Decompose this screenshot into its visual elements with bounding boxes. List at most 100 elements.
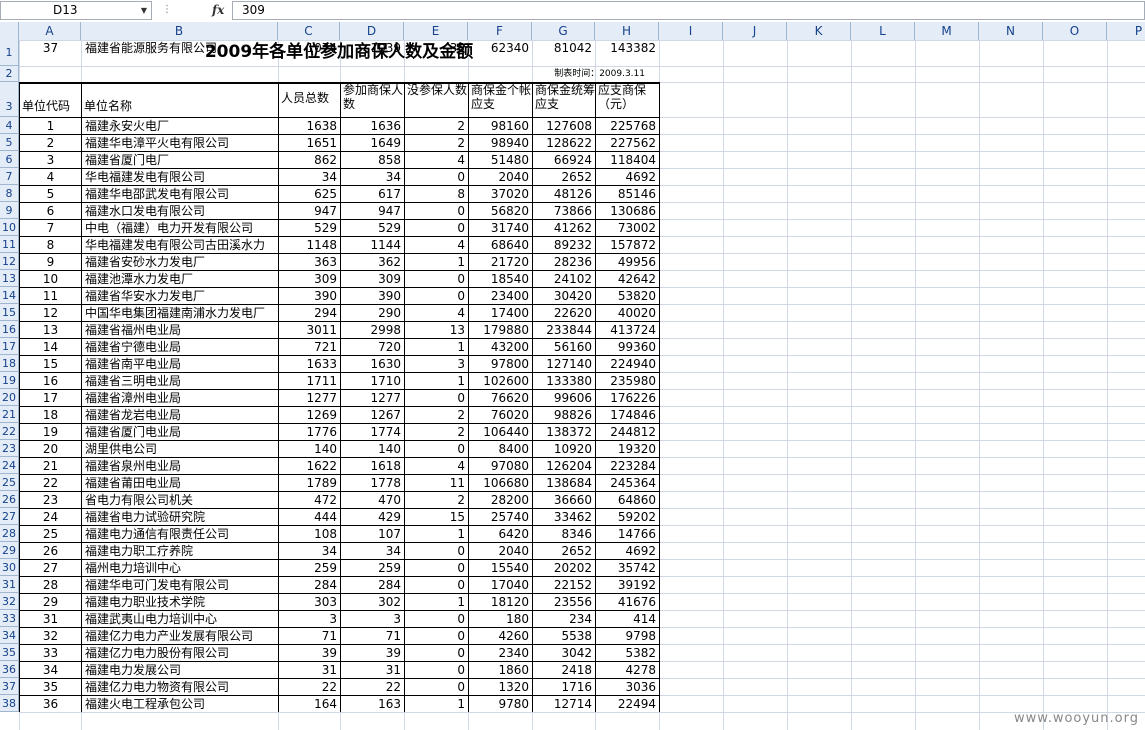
table-cell[interactable]: 4692 bbox=[596, 543, 659, 559]
table-cell[interactable]: 13 bbox=[405, 322, 468, 338]
header-cell[interactable]: 商保金个帐应支 bbox=[469, 83, 532, 117]
table-cell[interactable]: 97080 bbox=[469, 458, 532, 474]
table-cell[interactable]: 8 bbox=[405, 186, 468, 202]
table-cell[interactable]: 6 bbox=[20, 203, 81, 219]
table-cell[interactable]: 22 bbox=[20, 475, 81, 491]
table-cell[interactable]: 0 bbox=[405, 679, 468, 695]
table-cell[interactable]: 7 bbox=[20, 220, 81, 236]
table-cell[interactable]: 284 bbox=[279, 577, 340, 593]
row-header-10[interactable]: 10 bbox=[0, 219, 19, 236]
column-header-m[interactable]: M bbox=[915, 22, 979, 40]
header-cell[interactable]: 没参保人数 bbox=[405, 83, 468, 117]
table-cell[interactable]: 0 bbox=[405, 271, 468, 287]
header-cell[interactable]: 单位代码 bbox=[20, 83, 81, 117]
table-cell[interactable]: 3 bbox=[405, 356, 468, 372]
table-cell[interactable]: 22494 bbox=[596, 696, 659, 712]
table-cell[interactable]: 4 bbox=[405, 305, 468, 321]
table-cell[interactable]: 18540 bbox=[469, 271, 532, 287]
table-cell[interactable]: 35742 bbox=[596, 560, 659, 576]
table-cell[interactable]: 25 bbox=[20, 526, 81, 542]
table-cell[interactable]: 2652 bbox=[533, 543, 595, 559]
table-cell[interactable]: 19 bbox=[20, 424, 81, 440]
table-cell[interactable]: 中国华电集团福建南浦水力发电厂 bbox=[82, 305, 278, 321]
table-cell[interactable]: 18 bbox=[20, 407, 81, 423]
table-cell[interactable]: 37 bbox=[20, 40, 81, 56]
row-header-13[interactable]: 13 bbox=[0, 270, 19, 287]
table-cell[interactable]: 1638 bbox=[279, 118, 340, 134]
table-cell[interactable]: 617 bbox=[341, 186, 404, 202]
table-cell[interactable]: 35 bbox=[405, 40, 468, 56]
row-header-35[interactable]: 35 bbox=[0, 644, 19, 661]
table-cell[interactable]: 133380 bbox=[533, 373, 595, 389]
row-header-28[interactable]: 28 bbox=[0, 525, 19, 542]
table-cell[interactable]: 3011 bbox=[279, 322, 340, 338]
table-cell[interactable]: 3 bbox=[341, 611, 404, 627]
formula-input[interactable]: 309 bbox=[232, 1, 1145, 20]
table-cell[interactable]: 5538 bbox=[533, 628, 595, 644]
table-cell[interactable]: 福建省厦门电业局 bbox=[82, 424, 278, 440]
table-cell[interactable]: 235980 bbox=[596, 373, 659, 389]
table-cell[interactable]: 49956 bbox=[596, 254, 659, 270]
header-cell[interactable]: 应支商保（元） bbox=[596, 83, 659, 117]
row-header-7[interactable]: 7 bbox=[0, 168, 19, 185]
table-cell[interactable]: 2 bbox=[405, 407, 468, 423]
table-cell[interactable]: 0 bbox=[405, 645, 468, 661]
table-cell[interactable]: 97800 bbox=[469, 356, 532, 372]
table-cell[interactable]: 71 bbox=[279, 628, 340, 644]
table-cell[interactable]: 0 bbox=[405, 611, 468, 627]
table-cell[interactable]: 福建电力通信有限责任公司 bbox=[82, 526, 278, 542]
table-cell[interactable]: 180 bbox=[469, 611, 532, 627]
table-cell[interactable]: 福建华电可门发电有限公司 bbox=[82, 577, 278, 593]
table-cell[interactable]: 179880 bbox=[469, 322, 532, 338]
row-header-14[interactable]: 14 bbox=[0, 287, 19, 304]
table-cell[interactable]: 福建亿力电力产业发展有限公司 bbox=[82, 628, 278, 644]
table-cell[interactable]: 138684 bbox=[533, 475, 595, 491]
table-cell[interactable]: 4692 bbox=[596, 169, 659, 185]
row-header-2[interactable]: 2 bbox=[0, 66, 19, 82]
table-cell[interactable]: 9 bbox=[20, 254, 81, 270]
row-header-19[interactable]: 19 bbox=[0, 372, 19, 389]
table-cell[interactable]: 98826 bbox=[533, 407, 595, 423]
table-cell[interactable]: 290 bbox=[341, 305, 404, 321]
column-header-g[interactable]: G bbox=[532, 22, 595, 40]
row-header-38[interactable]: 38 bbox=[0, 695, 19, 712]
table-cell[interactable]: 40020 bbox=[596, 305, 659, 321]
table-cell[interactable]: 22 bbox=[341, 679, 404, 695]
table-cell[interactable]: 1789 bbox=[279, 475, 340, 491]
table-cell[interactable]: 4278 bbox=[596, 662, 659, 678]
table-cell[interactable]: 35 bbox=[20, 679, 81, 695]
table-cell[interactable]: 8 bbox=[20, 237, 81, 253]
table-cell[interactable]: 27 bbox=[20, 560, 81, 576]
table-cell[interactable]: 12 bbox=[20, 305, 81, 321]
table-cell[interactable]: 34 bbox=[341, 169, 404, 185]
table-cell[interactable]: 3042 bbox=[533, 645, 595, 661]
table-cell[interactable]: 157872 bbox=[596, 237, 659, 253]
table-cell[interactable]: 省电力有限公司机关 bbox=[82, 492, 278, 508]
table-cell[interactable]: 0 bbox=[405, 543, 468, 559]
table-cell[interactable]: 176226 bbox=[596, 390, 659, 406]
column-header-a[interactable]: A bbox=[19, 22, 81, 40]
column-header-i[interactable]: I bbox=[659, 22, 723, 40]
table-cell[interactable]: 39 bbox=[279, 645, 340, 661]
table-cell[interactable]: 1 bbox=[405, 254, 468, 270]
table-cell[interactable]: 31740 bbox=[469, 220, 532, 236]
table-cell[interactable]: 0 bbox=[405, 577, 468, 593]
table-cell[interactable]: 529 bbox=[279, 220, 340, 236]
table-cell[interactable]: 3 bbox=[20, 152, 81, 168]
table-cell[interactable]: 862 bbox=[279, 152, 340, 168]
row-header-4[interactable]: 4 bbox=[0, 117, 19, 134]
table-cell[interactable]: 259 bbox=[341, 560, 404, 576]
table-cell[interactable]: 华电福建发电有限公司古田溪水力 bbox=[82, 237, 278, 253]
insert-function-icon[interactable]: fx bbox=[212, 1, 224, 19]
table-cell[interactable]: 143382 bbox=[596, 40, 659, 56]
table-cell[interactable]: 34 bbox=[341, 543, 404, 559]
row-header-25[interactable]: 25 bbox=[0, 474, 19, 491]
column-header-d[interactable]: D bbox=[340, 22, 404, 40]
table-cell[interactable]: 福建省厦门电厂 bbox=[82, 152, 278, 168]
table-cell[interactable]: 102600 bbox=[469, 373, 532, 389]
table-cell[interactable]: 36660 bbox=[533, 492, 595, 508]
table-cell[interactable]: 1776 bbox=[279, 424, 340, 440]
table-cell[interactable]: 234 bbox=[533, 611, 595, 627]
table-cell[interactable]: 1 bbox=[405, 696, 468, 712]
table-cell[interactable]: 529 bbox=[341, 220, 404, 236]
